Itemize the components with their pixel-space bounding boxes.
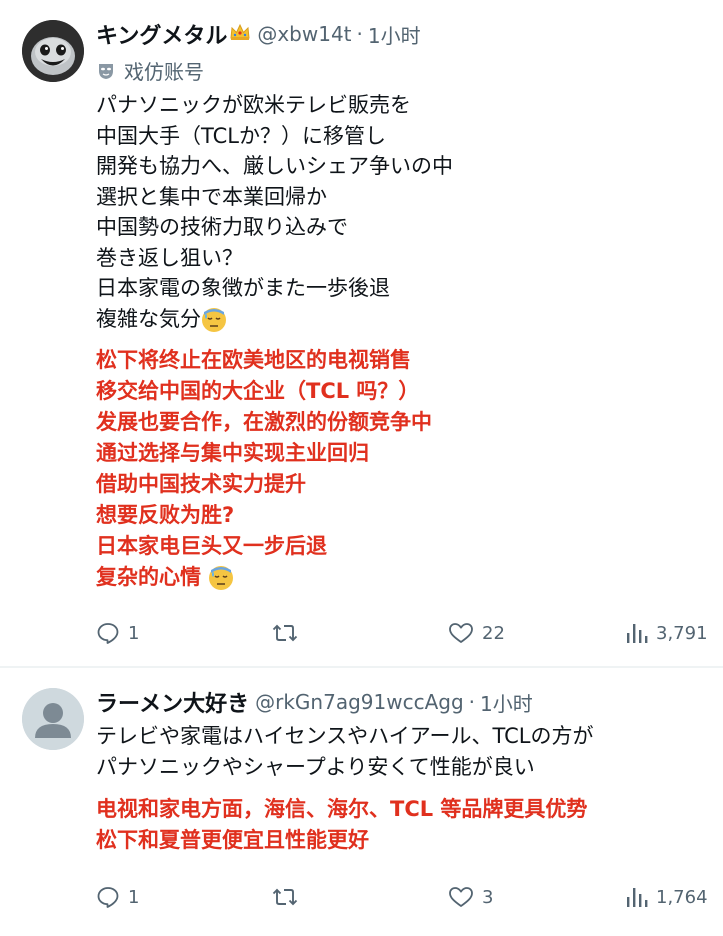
like-button[interactable]: 22 bbox=[448, 621, 505, 645]
translation-line: 想要反败为胜? bbox=[96, 503, 235, 527]
author-handle[interactable]: @rkGn7ag91wccAgg bbox=[255, 690, 464, 714]
timestamp[interactable]: 1小时 bbox=[368, 20, 421, 49]
reply-button[interactable]: 1 bbox=[96, 885, 139, 909]
bar-chart-icon bbox=[627, 624, 648, 643]
avatar[interactable] bbox=[22, 20, 84, 82]
text-line: 複雑な気分 bbox=[96, 306, 201, 331]
tweet-actions: 1 22 3,791 bbox=[0, 621, 723, 653]
retweet-button[interactable] bbox=[272, 621, 298, 645]
reply-count: 1 bbox=[128, 886, 140, 908]
text-line: パナソニックやシャープより安くて性能が良い bbox=[96, 754, 535, 779]
crown-icon bbox=[229, 23, 251, 46]
tweet-translation-chinese: 电视和家电方面，海信、海尔、TCL 等品牌更具优势 松下和夏普更便宜且性能更好 bbox=[96, 794, 587, 856]
retweet-button[interactable] bbox=[272, 885, 298, 909]
separator-dot: · bbox=[468, 690, 476, 714]
account-label-text: 戏仿账号 bbox=[124, 60, 204, 84]
translation-line-with-emoji: 复杂的心情 bbox=[96, 562, 432, 593]
reply-count: 1 bbox=[128, 622, 140, 644]
mask-icon bbox=[96, 61, 116, 81]
author-name[interactable]: ラーメン大好き bbox=[96, 686, 249, 718]
views-button[interactable]: 3,791 bbox=[626, 621, 708, 645]
author-handle[interactable]: @xbw14t bbox=[257, 22, 351, 46]
default-avatar-icon bbox=[22, 688, 84, 750]
sweat-face-emoji bbox=[201, 307, 227, 333]
text-line: 選択と集中で本業回帰か bbox=[96, 184, 327, 209]
text-line: テレビや家電はハイセンスやハイアール、TCLの方が bbox=[96, 724, 594, 748]
translation-line: 松下和夏普更便宜且性能更好 bbox=[96, 828, 369, 852]
views-button[interactable]: 1,764 bbox=[626, 885, 708, 909]
retweet-icon bbox=[272, 624, 298, 642]
avatar[interactable] bbox=[22, 688, 84, 750]
translation-line: 移交给中国的大企业（TCL 吗？） bbox=[96, 379, 420, 403]
heart-icon bbox=[449, 887, 473, 907]
text-line: 巻き返し狙い？ bbox=[96, 245, 243, 270]
translation-line: 日本家电巨头又一步后退 bbox=[96, 534, 327, 558]
heart-icon bbox=[449, 623, 473, 643]
tweet[interactable]: ラーメン大好き @rkGn7ag91wccAgg · 1小时 テレビや家電はハイ… bbox=[0, 668, 723, 936]
author-name[interactable]: キングメタル bbox=[96, 18, 227, 50]
translation-line: 复杂的心情 bbox=[96, 565, 201, 589]
view-count: 1,764 bbox=[656, 886, 708, 908]
translation-line: 电视和家电方面，海信、海尔、TCL 等品牌更具优势 bbox=[96, 797, 588, 821]
reply-icon bbox=[97, 623, 119, 644]
timestamp[interactable]: 1小时 bbox=[480, 688, 533, 717]
separator-dot: · bbox=[356, 22, 363, 46]
tweet-text-japanese: テレビや家電はハイセンスやハイアール、TCLの方が パナソニックやシャープより安… bbox=[96, 721, 593, 782]
translation-line: 发展也要合作，在激烈的份额竞争中 bbox=[96, 410, 432, 434]
tweet-translation-chinese: 松下将终止在欧美地区的电视销售 移交给中国的大企业（TCL 吗？） 发展也要合作… bbox=[96, 345, 432, 593]
text-line: 中国大手（TCLか？）に移管し bbox=[96, 123, 386, 148]
reply-button[interactable]: 1 bbox=[96, 621, 139, 645]
text-line-with-emoji: 複雑な気分 bbox=[96, 304, 453, 335]
sweat-face-emoji bbox=[208, 565, 234, 591]
text-line: 日本家電の象徴がまた一歩後退 bbox=[96, 276, 390, 300]
translation-line: 松下将终止在欧美地区的电视销售 bbox=[96, 348, 411, 372]
tweet-text-japanese: パナソニックが欧米テレビ販売を 中国大手（TCLか？）に移管し 開発も協力へ、厳… bbox=[96, 90, 453, 334]
tweet-header: ラーメン大好き @rkGn7ag91wccAgg · 1小时 bbox=[96, 686, 533, 718]
tweet-actions: 1 3 1,764 bbox=[0, 885, 723, 917]
translation-line: 通过选择与集中实现主业回归 bbox=[96, 441, 369, 465]
view-count: 3,791 bbox=[656, 622, 708, 644]
retweet-icon bbox=[272, 888, 298, 906]
tweet-header: キングメタル @xbw14t · 1小时 bbox=[96, 18, 421, 50]
reply-icon bbox=[97, 887, 119, 908]
like-button[interactable]: 3 bbox=[448, 885, 493, 909]
text-line: 中国勢の技術力取り込みで bbox=[96, 215, 348, 239]
text-line: パナソニックが欧米テレビ販売を bbox=[96, 93, 411, 117]
parody-account-label[interactable]: 戏仿账号 bbox=[96, 56, 204, 85]
translation-line: 借助中国技术实力提升 bbox=[96, 472, 306, 496]
like-count: 3 bbox=[482, 886, 494, 908]
tweet[interactable]: キングメタル @xbw14t · 1小时 戏仿账号 パナソニックが欧米テレビ販売… bbox=[0, 0, 723, 667]
avatar-metal-slime-image bbox=[22, 20, 84, 82]
text-line: 開発も協力へ、厳しいシェア争いの中 bbox=[96, 154, 453, 178]
like-count: 22 bbox=[482, 622, 505, 644]
bar-chart-icon bbox=[627, 888, 648, 907]
